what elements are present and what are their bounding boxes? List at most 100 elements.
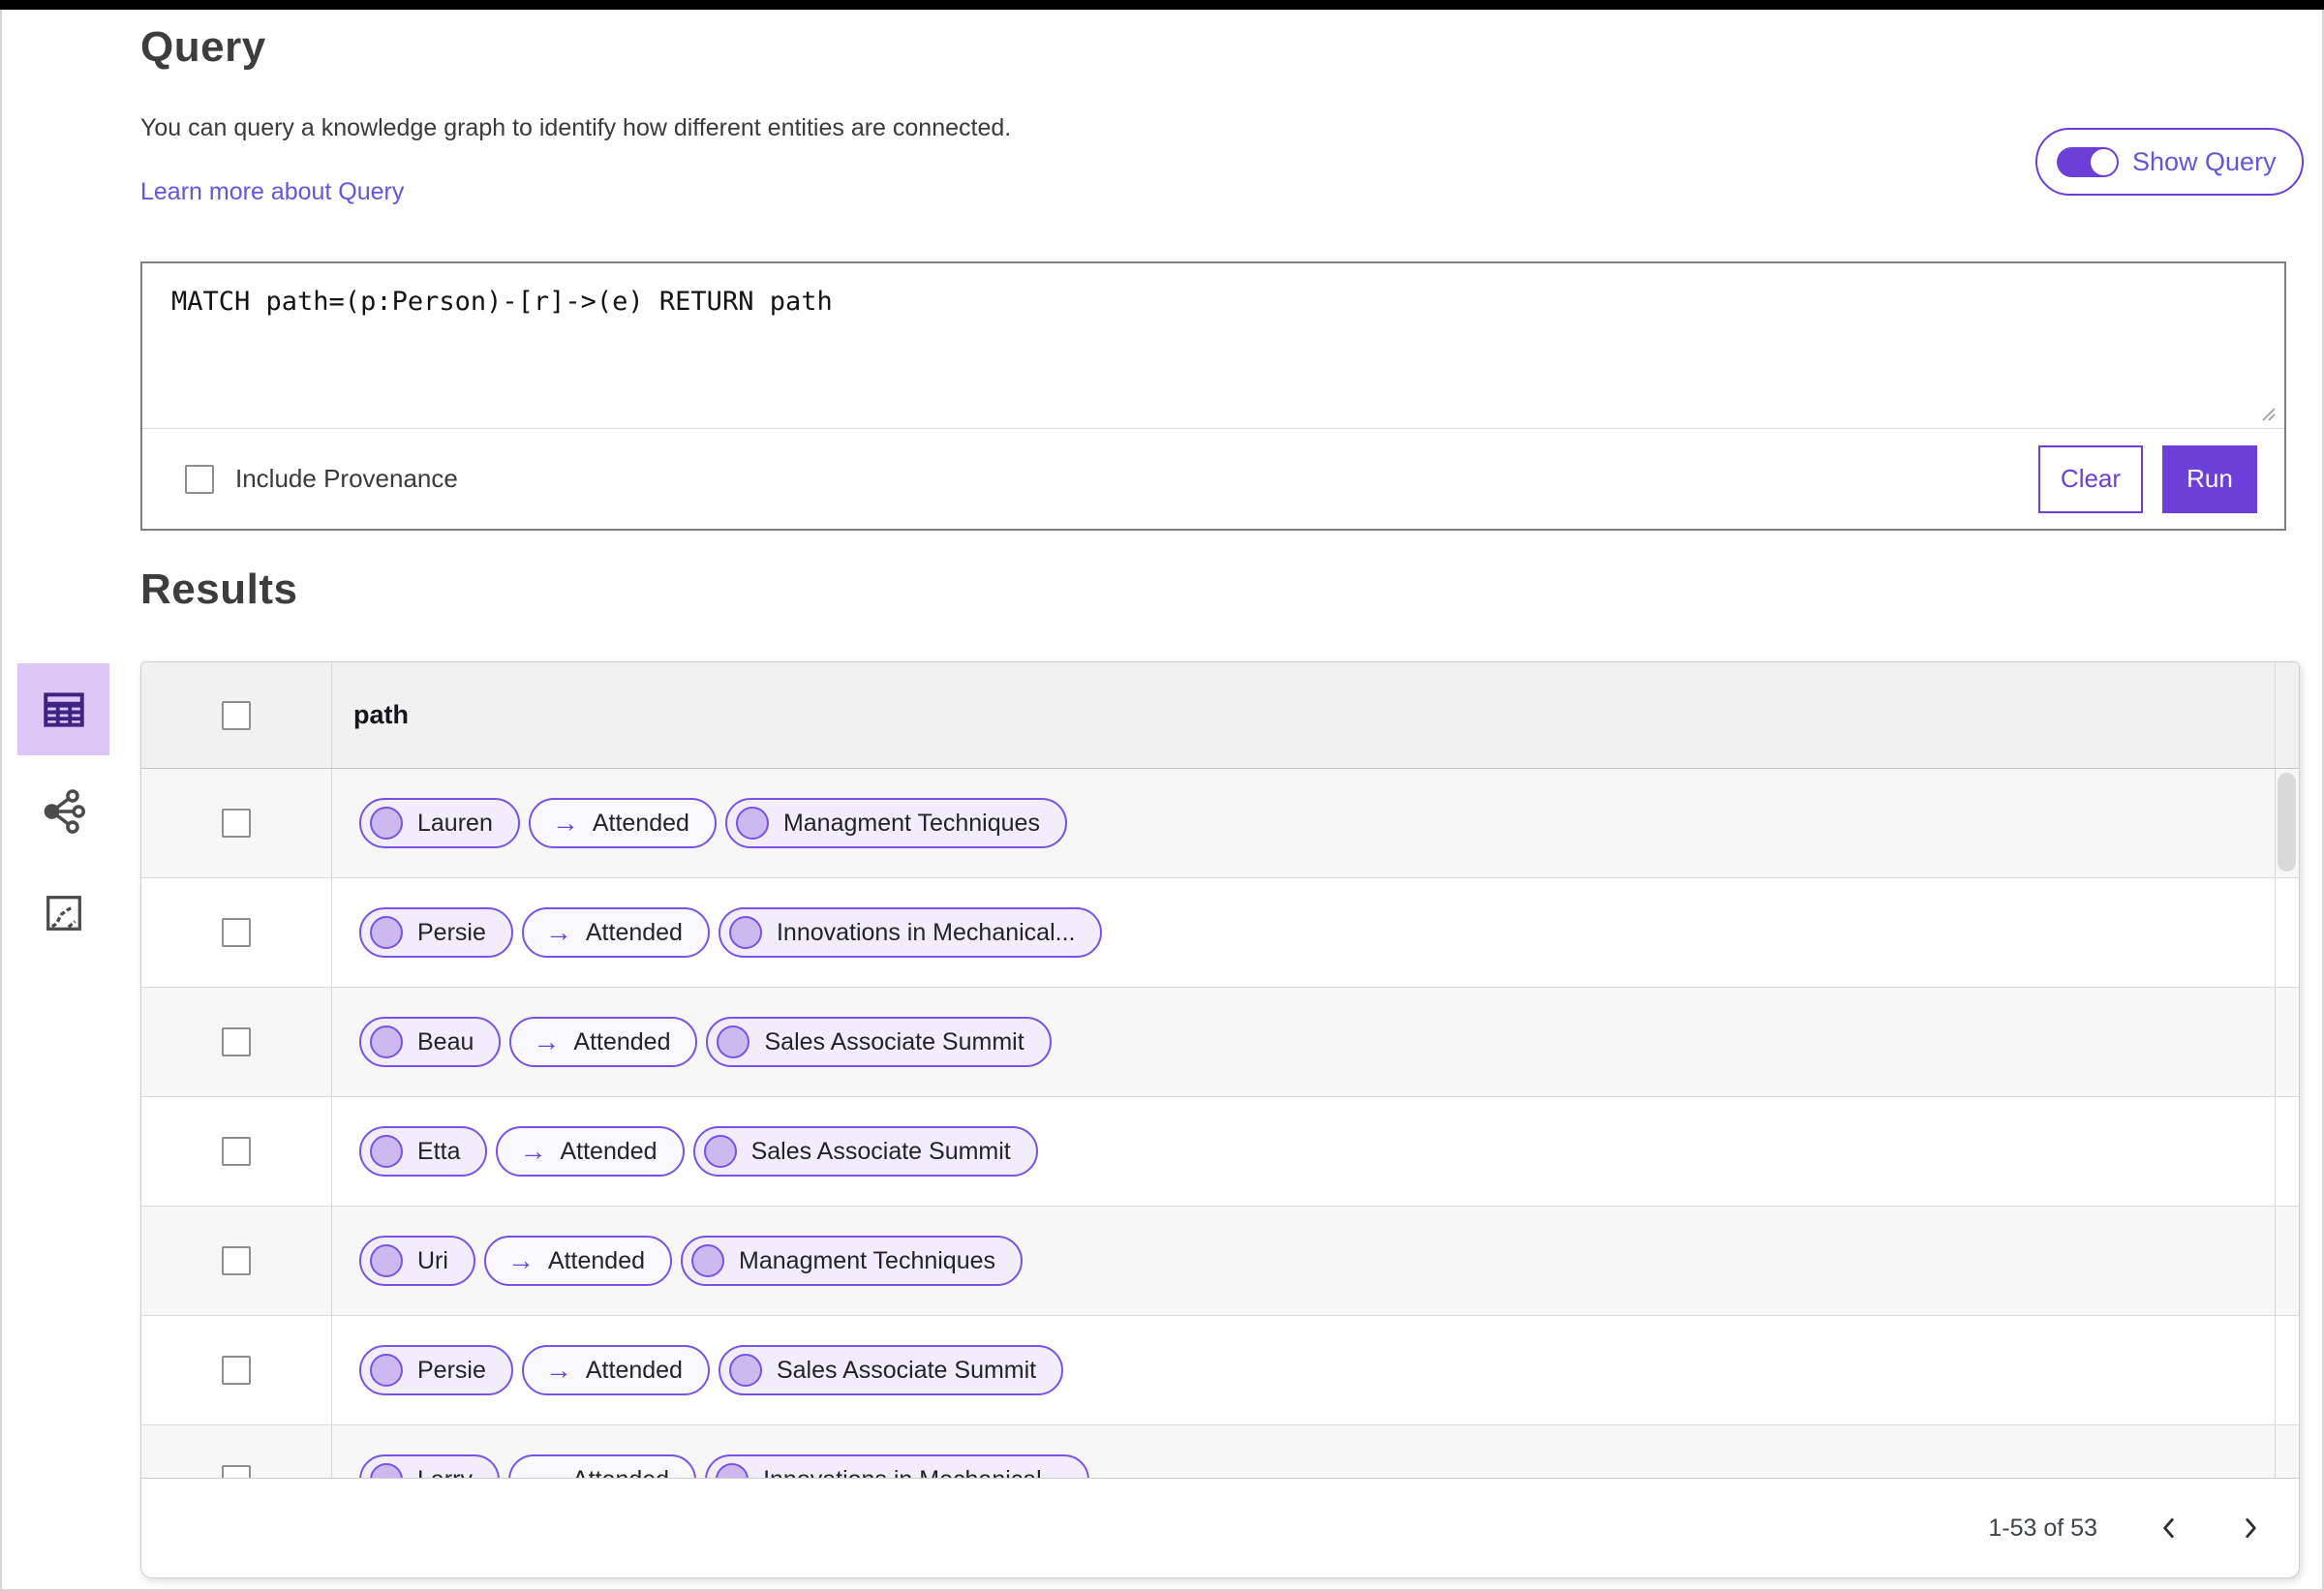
arrow-right-icon: →: [544, 917, 572, 947]
node-label: Etta: [417, 1137, 461, 1165]
node-label: Beau: [417, 1027, 474, 1056]
table-row: Persie → Attended Innovations in Mechani…: [141, 878, 2299, 988]
arrow-right-icon: →: [544, 1355, 572, 1385]
target-circle-icon: [716, 1463, 749, 1478]
edge-label: Attended: [585, 918, 683, 946]
edge-pill[interactable]: → Attended: [521, 1345, 710, 1395]
scrollbar-thumb[interactable]: [2278, 773, 2296, 872]
node-label: Persie: [417, 1356, 486, 1384]
edge-label: Attended: [572, 1466, 669, 1479]
node-circle-icon: [370, 1354, 403, 1387]
chart-icon: [46, 895, 81, 931]
target-pill[interactable]: Sales Associate Summit: [706, 1017, 1052, 1067]
table-row: Larry → Attended Innovations in Mechanic…: [141, 1425, 2299, 1478]
node-circle-icon: [370, 807, 403, 840]
node-pill[interactable]: Lauren: [359, 798, 520, 848]
node-label: Lauren: [417, 809, 493, 837]
node-pill[interactable]: Persie: [359, 907, 513, 958]
arrow-right-icon: →: [533, 1026, 561, 1056]
next-page-button[interactable]: [2227, 1505, 2274, 1551]
row-checkbox[interactable]: [222, 1027, 251, 1056]
chevron-left-icon: [2163, 1517, 2174, 1539]
target-circle-icon: [691, 1244, 725, 1277]
show-query-toggle[interactable]: Show Query: [2035, 128, 2304, 196]
prev-page-button[interactable]: [2146, 1505, 2192, 1551]
query-input[interactable]: MATCH path=(p:Person)-[r]->(e) RETURN pa…: [142, 263, 2284, 428]
resize-grip-icon[interactable]: [2259, 405, 2277, 422]
pagination-bar: 1-53 of 53: [141, 1478, 2299, 1577]
toggle-knob-icon: [2091, 148, 2117, 175]
edge-label: Attended: [573, 1027, 671, 1056]
node-label: Uri: [417, 1246, 448, 1274]
table-row: Etta → Attended Sales Associate Summit: [141, 1097, 2299, 1207]
query-editor-panel: MATCH path=(p:Person)-[r]->(e) RETURN pa…: [140, 261, 2286, 531]
node-circle-icon: [370, 1463, 403, 1478]
row-checkbox[interactable]: [222, 1465, 251, 1478]
node-label: Larry: [417, 1466, 473, 1479]
chevron-right-icon: [2246, 1517, 2256, 1539]
graph-view-button[interactable]: [17, 765, 109, 857]
node-label: Persie: [417, 918, 486, 946]
table-icon: [43, 691, 84, 727]
node-pill[interactable]: Larry: [359, 1454, 500, 1478]
edge-label: Attended: [547, 1246, 646, 1274]
edge-pill[interactable]: → Attended: [528, 798, 717, 848]
target-circle-icon: [728, 1354, 762, 1387]
node-pill[interactable]: Etta: [359, 1126, 488, 1177]
node-pill[interactable]: Persie: [359, 1345, 513, 1395]
target-pill[interactable]: Innovations in Mechanical...: [718, 907, 1103, 958]
target-label: Innovations in Mechanical...: [776, 918, 1076, 946]
include-provenance-label: Include Provenance: [235, 464, 458, 493]
query-footer: Include Provenance Clear Run: [142, 428, 2284, 529]
node-pill[interactable]: Uri: [359, 1236, 475, 1286]
select-all-checkbox[interactable]: [222, 700, 251, 730]
target-label: Sales Associate Summit: [776, 1356, 1037, 1384]
table-view-button[interactable]: [17, 663, 109, 755]
edge-pill[interactable]: → Attended: [521, 907, 710, 958]
table-row: Lauren → Attended Managment Techniques: [141, 769, 2299, 878]
target-pill[interactable]: Managment Techniques: [681, 1236, 1024, 1286]
row-checkbox[interactable]: [222, 1356, 251, 1385]
path-column-header: path: [353, 700, 409, 729]
node-circle-icon: [370, 1025, 403, 1058]
table-header-row: path: [141, 662, 2299, 769]
row-checkbox[interactable]: [222, 1246, 251, 1275]
node-pill[interactable]: Beau: [359, 1017, 502, 1067]
edge-pill[interactable]: → Attended: [509, 1017, 698, 1067]
results-table-card: path Lauren → Attended Managment Techniq…: [140, 661, 2300, 1578]
table-body: Lauren → Attended Managment Techniques P…: [141, 769, 2299, 1478]
target-label: Sales Associate Summit: [764, 1027, 1024, 1056]
include-provenance-checkbox[interactable]: [185, 464, 214, 494]
clear-button[interactable]: Clear: [2038, 444, 2143, 513]
learn-more-link[interactable]: Learn more about Query: [140, 178, 404, 206]
row-checkbox[interactable]: [222, 1137, 251, 1166]
edge-label: Attended: [585, 1356, 683, 1384]
table-row: Beau → Attended Sales Associate Summit: [141, 988, 2299, 1097]
run-button[interactable]: Run: [2162, 444, 2257, 513]
edge-label: Attended: [592, 809, 689, 837]
target-pill[interactable]: Sales Associate Summit: [692, 1126, 1038, 1177]
edge-pill[interactable]: → Attended: [507, 1454, 697, 1479]
target-pill[interactable]: Innovations in Mechanical...: [705, 1454, 1089, 1478]
page-title: Query: [140, 23, 266, 71]
row-checkbox[interactable]: [222, 809, 251, 838]
table-row: Uri → Attended Managment Techniques: [141, 1207, 2299, 1316]
arrow-right-icon: →: [519, 1136, 547, 1166]
pagination-range-label: 1-53 of 53: [1988, 1514, 2097, 1542]
arrow-right-icon: →: [551, 808, 579, 838]
target-pill[interactable]: Managment Techniques: [724, 798, 1067, 848]
target-pill[interactable]: Sales Associate Summit: [718, 1345, 1064, 1395]
node-circle-icon: [370, 1135, 403, 1168]
node-circle-icon: [370, 1244, 403, 1277]
page-description: You can query a knowledge graph to ident…: [140, 114, 1012, 141]
edge-pill[interactable]: → Attended: [483, 1236, 673, 1286]
chart-view-button[interactable]: [17, 867, 109, 959]
target-label: Sales Associate Summit: [750, 1137, 1011, 1165]
edge-pill[interactable]: → Attended: [496, 1126, 685, 1177]
row-checkbox[interactable]: [222, 918, 251, 947]
arrow-right-icon: →: [532, 1466, 559, 1479]
target-circle-icon: [735, 807, 769, 840]
target-circle-icon: [717, 1025, 750, 1058]
target-circle-icon: [728, 916, 762, 949]
toggle-track-icon: [2057, 146, 2119, 177]
